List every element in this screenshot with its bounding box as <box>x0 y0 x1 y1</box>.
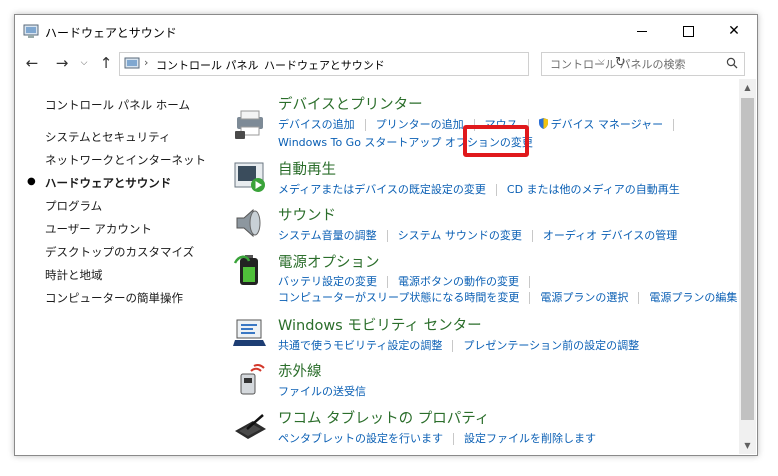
link-adjust-volume[interactable]: システム音量の調整 <box>278 229 377 242</box>
divider <box>364 119 366 131</box>
triangle-down-icon: ▼ <box>744 441 751 450</box>
link-default-media-settings[interactable]: メディアまたはデバイスの既定設定の変更 <box>278 183 486 196</box>
link-row: コンピューターがスリープ状態になる時間を変更 電源プランの選択 電源プランの編集 <box>278 289 737 305</box>
window-title: ハードウェアとサウンド <box>45 26 177 40</box>
maximize-button[interactable] <box>665 15 711 47</box>
sidebar-item-network[interactable]: ネットワークとインターネット <box>45 152 206 168</box>
category-title[interactable]: デバイスとプリンター <box>278 93 423 114</box>
link-device-manager[interactable]: デバイス マネージャー <box>551 118 663 131</box>
close-button[interactable]: ✕ <box>711 15 757 47</box>
search-input[interactable] <box>548 55 722 73</box>
link-row: ファイルの送受信 <box>278 383 366 399</box>
scrollbar-thumb[interactable] <box>741 98 754 420</box>
up-button[interactable]: ↑ <box>95 53 117 73</box>
link-change-system-sounds[interactable]: システム サウンドの変更 <box>398 229 522 242</box>
link-row: バッテリ設定の変更 電源ボタンの動作の変更 <box>278 273 540 289</box>
sidebar-item-hardware-sound[interactable]: ハードウェアとサウンド <box>45 175 171 191</box>
sidebar-item-home[interactable]: コントロール パネル ホーム <box>45 97 190 113</box>
divider <box>529 292 531 304</box>
link-presentation-settings[interactable]: プレゼンテーション前の設定の調整 <box>463 339 639 352</box>
sidebar-item-programs[interactable]: プログラム <box>45 198 102 214</box>
link-add-device[interactable]: デバイスの追加 <box>278 118 355 131</box>
scroll-down-button[interactable]: ▼ <box>739 437 756 454</box>
triangle-up-icon: ▲ <box>744 83 751 92</box>
breadcrumb-separator-icon[interactable]: › <box>251 56 255 69</box>
current-item-bullet-icon: ● <box>27 176 36 187</box>
category-title[interactable]: サウンド <box>278 204 336 225</box>
link-sleep-time[interactable]: コンピューターがスリープ状態になる時間を変更 <box>278 291 519 304</box>
recent-locations-button[interactable]: ⌵ <box>73 53 95 73</box>
category-title[interactable]: 赤外線 <box>278 360 322 381</box>
divider <box>673 119 675 131</box>
category-title[interactable]: ワコム タブレットの プロパティ <box>278 407 489 428</box>
shield-icon <box>538 118 548 129</box>
address-bar[interactable]: › コントロール パネル › ハードウェアとサウンド › ⌵ ↻ <box>119 52 626 76</box>
pen-tablet-icon <box>235 414 266 439</box>
close-icon: ✕ <box>728 23 740 39</box>
arrow-up-icon: ↑ <box>99 54 113 72</box>
link-choose-power-plan[interactable]: 電源プランの選択 <box>540 291 628 304</box>
minimize-icon <box>637 30 647 32</box>
sidebar-item-appearance[interactable]: デスクトップのカスタマイズ <box>45 244 194 260</box>
divider <box>452 340 454 352</box>
back-button[interactable]: ← <box>21 53 43 73</box>
sidebar-item-system-security[interactable]: システムとセキュリティ <box>45 129 170 145</box>
title-bar: ハードウェアとサウンド ✕ <box>15 15 757 47</box>
link-cd-autoplay[interactable]: CD または他のメディアの自動再生 <box>507 183 680 196</box>
speaker-icon <box>236 208 261 238</box>
link-row: 共通で使うモビリティ設定の調整 プレゼンテーション前の設定の調整 <box>278 337 639 353</box>
sidebar-item-user-accounts[interactable]: ユーザー アカウント <box>45 221 152 237</box>
link-adjust-mobility-settings[interactable]: 共通で使うモビリティ設定の調整 <box>278 339 442 352</box>
scroll-up-button[interactable]: ▲ <box>739 79 756 96</box>
control-panel-window: ハードウェアとサウンド ✕ ← → ⌵ ↑ › コントロール パネル › ハード… <box>14 14 758 456</box>
maximize-icon <box>682 25 694 37</box>
mouse-highlight-box <box>463 125 529 157</box>
divider <box>387 276 388 288</box>
infrared-icon <box>240 363 265 395</box>
autoplay-icon <box>234 162 265 192</box>
control-panel-icon <box>23 24 39 38</box>
breadcrumb-separator-icon[interactable]: › <box>366 56 370 69</box>
vertical-scrollbar[interactable]: ▲ ▼ <box>739 79 756 454</box>
divider <box>453 433 454 445</box>
link-power-button-action[interactable]: 電源ボタンの動作の変更 <box>398 275 519 288</box>
search-icon[interactable] <box>726 57 738 69</box>
sidebar-item-clock-region[interactable]: 時計と地域 <box>45 267 103 283</box>
category-title[interactable]: 電源オプション <box>278 251 380 272</box>
breadcrumb-separator-icon[interactable]: › <box>144 56 148 69</box>
sidebar-item-ease-of-access[interactable]: コンピューターの簡単操作 <box>45 290 183 306</box>
minimize-button[interactable] <box>619 15 665 47</box>
battery-icon <box>233 255 258 285</box>
main-content: デバイスとプリンター デバイスの追加 プリンターの追加 マウス デバイス マネージャー… <box>227 93 737 455</box>
divider <box>386 230 388 242</box>
divider <box>495 184 497 196</box>
navigation-bar: ← → ⌵ ↑ › コントロール パネル › ハードウェアとサウンド › ⌵ ↻ <box>15 47 757 79</box>
link-add-printer[interactable]: プリンターの追加 <box>376 118 464 131</box>
link-row: システム音量の調整 システム サウンドの変更 オーディオ デバイスの管理 <box>278 227 677 243</box>
link-battery-settings[interactable]: バッテリ設定の変更 <box>278 275 377 288</box>
divider <box>529 276 530 288</box>
category-title[interactable]: Windows モビリティ センター <box>278 314 482 335</box>
search-box[interactable] <box>541 52 745 76</box>
divider <box>638 292 640 304</box>
mobility-center-icon <box>233 319 266 346</box>
forward-button[interactable]: → <box>51 53 73 73</box>
printer-icon <box>235 110 263 139</box>
arrow-left-icon: ← <box>25 54 39 72</box>
breadcrumb-control-panel[interactable]: コントロール パネル <box>156 57 259 73</box>
chevron-down-icon: ⌵ <box>80 58 88 68</box>
link-row: ペンタブレットの設定を行います 設定ファイルを削除します <box>278 430 596 446</box>
link-send-receive-files[interactable]: ファイルの送受信 <box>278 385 366 398</box>
divider <box>531 230 533 242</box>
link-manage-audio-devices[interactable]: オーディオ デバイスの管理 <box>543 229 677 242</box>
link-row: メディアまたはデバイスの既定設定の変更 CD または他のメディアの自動再生 <box>278 181 680 197</box>
category-title[interactable]: 自動再生 <box>278 158 336 179</box>
control-panel-icon <box>124 57 140 69</box>
link-pen-tablet-settings[interactable]: ペンタブレットの設定を行います <box>278 432 443 445</box>
link-edit-power-plan[interactable]: 電源プランの編集 <box>649 291 737 304</box>
arrow-right-icon: → <box>55 54 69 72</box>
link-delete-settings-file[interactable]: 設定ファイルを削除します <box>464 432 596 445</box>
